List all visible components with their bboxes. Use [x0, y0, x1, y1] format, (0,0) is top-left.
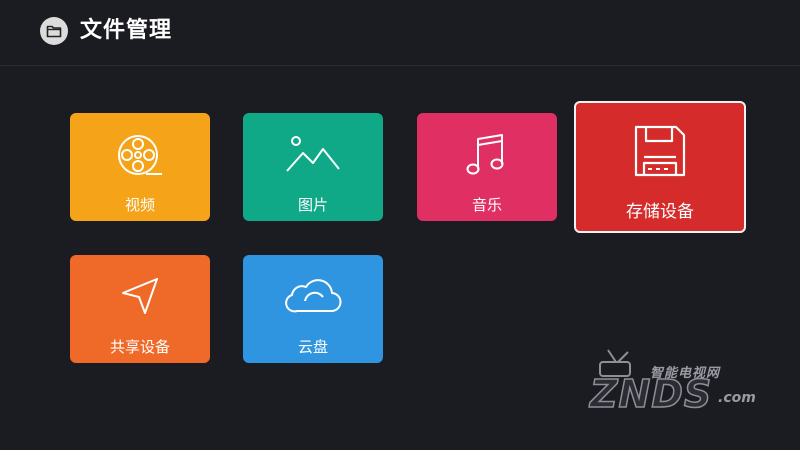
watermark-domain-suffix: .com: [718, 390, 756, 406]
tile-shared-device-label: 共享设备: [109, 338, 170, 356]
tile-cloud-drive-label: 云盘: [297, 338, 328, 356]
tile-photo-label: 图片: [297, 196, 328, 214]
folder-icon: [40, 17, 68, 45]
tile-shared-device[interactable]: 共享设备: [70, 255, 210, 363]
cloud-icon: [243, 273, 383, 319]
tile-photo[interactable]: 图片: [243, 113, 383, 221]
floppy-disk-icon: [576, 123, 744, 179]
file-manager-screen: 文件管理 视频 图片 音乐 存储设备 共享设备 云盘 智能电视网 ZNDS .c…: [0, 0, 800, 450]
tile-storage-device-label: 存储设备: [626, 202, 694, 222]
tile-music[interactable]: 音乐: [417, 113, 557, 221]
film-reel-icon: [70, 131, 210, 179]
music-note-icon: [417, 131, 557, 179]
page-title: 文件管理: [80, 18, 173, 43]
znds-watermark: 智能电视网 ZNDS .com: [589, 348, 790, 428]
tile-storage-device[interactable]: 存储设备: [574, 101, 746, 233]
watermark-logo-text: ZNDS: [589, 371, 713, 417]
mountain-icon: [243, 131, 383, 177]
tile-music-label: 音乐: [471, 196, 502, 214]
tile-cloud-drive[interactable]: 云盘: [243, 255, 383, 363]
tile-video-label: 视频: [124, 196, 155, 214]
tile-video[interactable]: 视频: [70, 113, 210, 221]
navigation-arrow-icon: [70, 273, 210, 319]
app-header: 文件管理: [0, 0, 800, 66]
